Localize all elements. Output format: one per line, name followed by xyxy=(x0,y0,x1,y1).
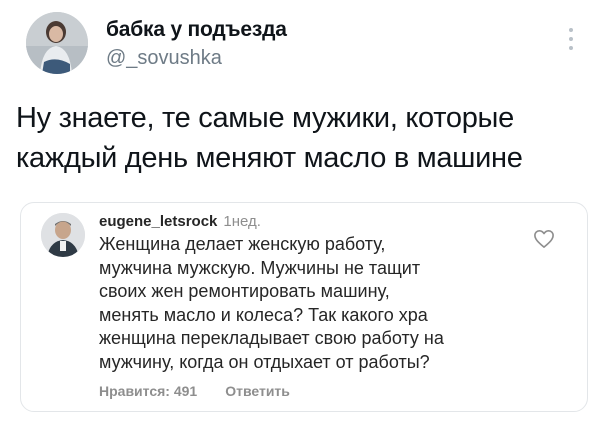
author-avatar[interactable] xyxy=(26,12,88,74)
tweet-text-line: каждый день меняют масло в машине xyxy=(16,142,523,174)
author-name[interactable]: бабка у подъезда xyxy=(106,18,287,42)
comment-text: Женщина делает женскую работу, мужчина м… xyxy=(99,233,539,374)
commenter-avatar xyxy=(41,213,85,257)
comment-line: мужчину, когда он отдыхает от работы? xyxy=(99,351,430,372)
comment-line: Женщина делает женскую работу, xyxy=(99,234,386,254)
author-handle[interactable]: @_sovushka xyxy=(106,47,222,70)
more-vertical-icon[interactable] xyxy=(568,28,574,54)
comment-line: менять масло и колеса? Так какого хра xyxy=(99,304,428,325)
tweet-text-line: Ну знаете, те самые мужики, которые xyxy=(16,102,514,134)
commenter-username-text[interactable]: eugene_letsrock xyxy=(99,213,217,230)
reply-button[interactable]: Ответить xyxy=(225,383,290,399)
embedded-comment-screenshot: eugene_letsrock 1нед. Женщина делает женс… xyxy=(20,202,588,412)
comment-line: своих жен ремонтировать машину, xyxy=(99,281,390,301)
tweet-text: Ну знаете, те самые мужики, которые кажд… xyxy=(16,98,591,178)
tweet-header: бабка у подъезда @_sovushka xyxy=(26,12,586,82)
comment-line: женщина перекладывает свою работу на xyxy=(99,328,444,348)
likes-count[interactable]: Нравится: 491 xyxy=(99,383,197,399)
heart-outline-icon[interactable] xyxy=(533,229,555,249)
comment-line: мужчина мужскую. Мужчины не тащит xyxy=(99,257,421,278)
commenter-username: eugene_letsrock 1нед. xyxy=(99,213,261,230)
comment-actions: Нравится: 491 Ответить xyxy=(99,383,318,399)
comment-time: 1нед. xyxy=(223,213,261,230)
